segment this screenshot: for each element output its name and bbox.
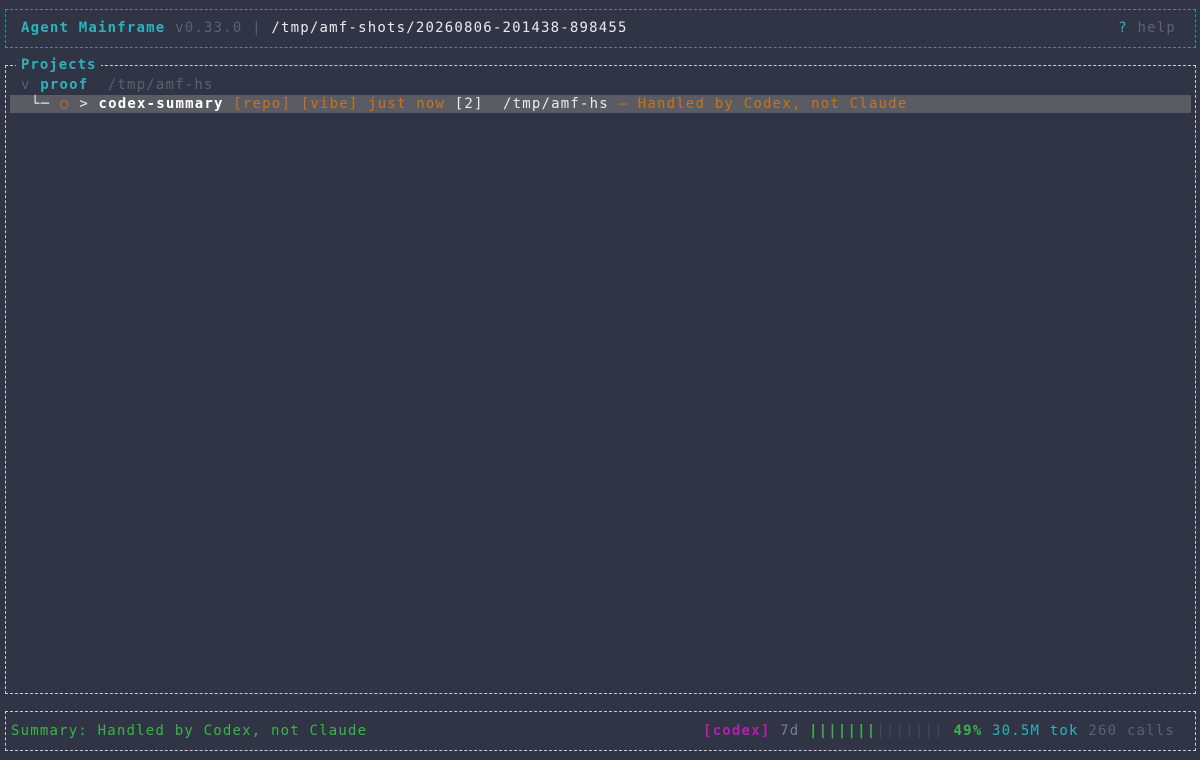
usage-bar-empty: ||||||| (876, 723, 944, 739)
project-name: proof (40, 77, 89, 93)
token-unit: tok (1049, 723, 1079, 739)
usage-bar: |||||||||||||| (809, 723, 944, 739)
app-name: Agent Mainframe (21, 20, 166, 36)
session-name: codex-summary (98, 96, 224, 112)
tree-branch-icon: └─ (31, 96, 51, 112)
app-version: v0.33.0 (175, 20, 243, 36)
session-time: just now (368, 96, 446, 112)
project-group-row[interactable]: v proof /tmp/amf-hs (21, 76, 214, 94)
session-tags: [repo] [vibe] (233, 96, 359, 112)
cursor-arrow-icon: > (79, 96, 89, 112)
help-key: ? (1118, 20, 1128, 36)
status-bar: Summary: Handled by Codex, not Claude [c… (5, 711, 1196, 751)
projects-panel-title: Projects (16, 56, 102, 74)
call-count: 260 (1088, 723, 1118, 739)
projects-panel: Projects v proof /tmp/amf-hs └─ ○ > code… (5, 56, 1196, 694)
call-unit: calls (1126, 723, 1175, 739)
status-circle-icon: ○ (59, 96, 70, 112)
header-line: Agent Mainframe v0.33.0 | /tmp/amf-shots… (21, 19, 1180, 37)
header-separator: | (252, 20, 262, 36)
usage-bar-filled: ||||||| (809, 723, 877, 739)
help-button[interactable]: ? help (1118, 19, 1176, 37)
summary-text: Summary: Handled by Codex, not Claude (11, 723, 368, 739)
usage-percent: 49% (953, 723, 983, 739)
session-count: [2] (454, 96, 484, 112)
help-label: help (1137, 20, 1176, 36)
project-path: /tmp/amf-hs (107, 77, 214, 93)
token-count: 30.5M (991, 723, 1041, 739)
session-path: /tmp/amf-hs (502, 96, 609, 112)
session-summary: — Handled by Codex, not Claude (618, 96, 908, 112)
current-path: /tmp/amf-shots/20260806-201438-898455 (271, 20, 628, 36)
usage-period: 7d (780, 723, 800, 739)
agent-badge: [codex] (703, 723, 771, 739)
session-row-selected[interactable]: └─ ○ > codex-summary [repo] [vibe] just … (10, 95, 1191, 113)
expand-toggle-icon[interactable]: v (21, 77, 31, 93)
usage-info: [codex] 7d |||||||||||||| 49% 30.5M tok … (703, 722, 1175, 740)
header-bar: Agent Mainframe v0.33.0 | /tmp/amf-shots… (5, 9, 1196, 48)
